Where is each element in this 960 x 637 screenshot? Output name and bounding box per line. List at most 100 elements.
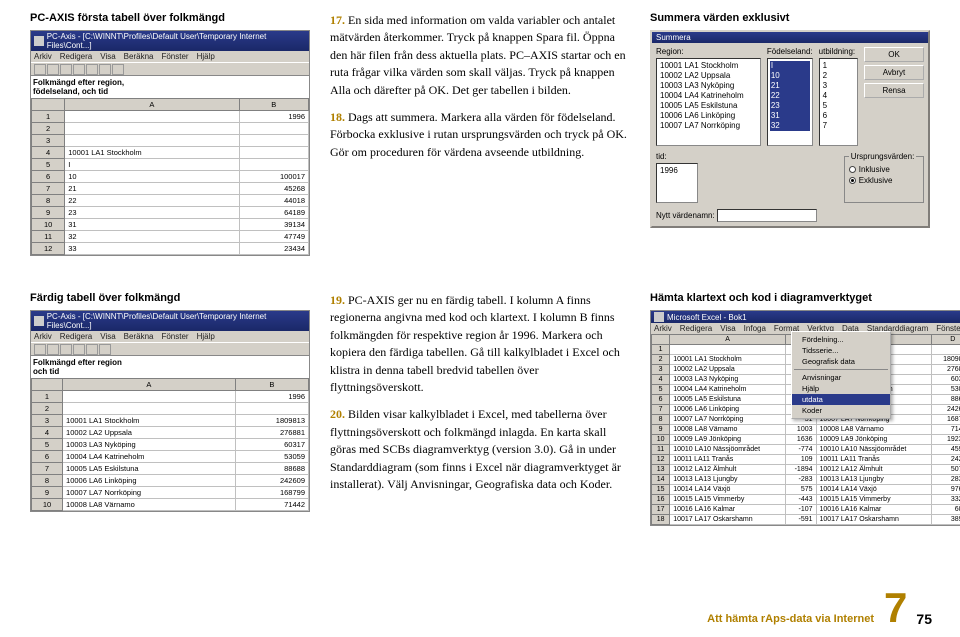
pcaxis1-title-text: PC-Axis - [C:\WINNT\Profiles\Default Use… bbox=[47, 32, 306, 50]
list-item[interactable]: 10003 LA3 Nyköping bbox=[659, 81, 758, 91]
menu-redigera[interactable]: Redigera bbox=[680, 324, 712, 333]
list-item[interactable]: 23 bbox=[770, 101, 810, 111]
page-number: 75 bbox=[916, 611, 932, 627]
label-tid: tid: bbox=[656, 152, 698, 161]
menu-berakna[interactable]: Beräkna bbox=[124, 52, 154, 61]
list-item[interactable]: 10004 LA4 Katrineholm bbox=[659, 91, 758, 101]
list-item[interactable]: 10007 LA7 Norrköping bbox=[659, 121, 758, 131]
heading-pcaxis1: PC-AXIS första tabell över folkmängd bbox=[30, 12, 310, 24]
listbox-fodelseland[interactable]: I 10 21 22 23 31 32 bbox=[767, 58, 813, 146]
menu-visa[interactable]: Visa bbox=[100, 52, 115, 61]
list-item[interactable]: 22 bbox=[770, 91, 810, 101]
toolbar-button[interactable] bbox=[73, 64, 85, 75]
list-item[interactable]: 6 bbox=[822, 111, 855, 121]
list-item[interactable]: 21 bbox=[770, 81, 810, 91]
menu-fonster[interactable]: Fönster bbox=[161, 332, 188, 341]
menu-item[interactable]: Koder bbox=[792, 405, 890, 416]
list-item[interactable]: 5 bbox=[822, 101, 855, 111]
list-item[interactable]: 10006 LA6 Linköping bbox=[659, 111, 758, 121]
list-item[interactable]: 7 bbox=[822, 121, 855, 131]
app-icon bbox=[34, 36, 44, 46]
step-18-num: 18. bbox=[330, 110, 345, 124]
toolbar-button[interactable] bbox=[86, 344, 98, 355]
label-fodelseland: Födelseland: bbox=[767, 47, 813, 56]
toolbar-button[interactable] bbox=[99, 64, 111, 75]
menu-visa[interactable]: Visa bbox=[720, 324, 735, 333]
menu-item[interactable]: Anvisningar bbox=[792, 372, 890, 383]
menu-arkiv[interactable]: Arkiv bbox=[654, 324, 672, 333]
heading-excel: Hämta klartext och kod i diagramverktyge… bbox=[650, 292, 960, 304]
toolbar-button[interactable] bbox=[73, 344, 85, 355]
pcaxis2-desc: Folkmängd efter regionoch tid bbox=[31, 356, 309, 378]
step-20-text: 20. Bilden visar kalkylbladet i Excel, m… bbox=[330, 406, 630, 493]
newname-input[interactable] bbox=[717, 209, 817, 222]
listbox-region[interactable]: 10001 LA1 Stockholm 10002 LA2 Uppsala 10… bbox=[656, 58, 761, 146]
chapter-number: 7 bbox=[884, 584, 907, 631]
list-item[interactable]: 1 bbox=[822, 61, 855, 71]
toolbar-button[interactable] bbox=[47, 64, 59, 75]
pcaxis2-toolbar bbox=[31, 342, 309, 356]
step-17-text: 17. En sida med information om valda var… bbox=[330, 12, 630, 99]
toolbar-button[interactable] bbox=[86, 64, 98, 75]
pcaxis1-menubar[interactable]: Arkiv Redigera Visa Beräkna Fönster Hjälp bbox=[31, 51, 309, 62]
list-item[interactable]: 10005 LA5 Eskilstuna bbox=[659, 101, 758, 111]
menu-infoga[interactable]: Infoga bbox=[744, 324, 766, 333]
step-19-text: 19. PC-AXIS ger nu en färdig tabell. I k… bbox=[330, 292, 630, 396]
pcaxis1-desc: Folkmängd efter region,födelseland, och … bbox=[31, 76, 309, 98]
menu-item[interactable]: Fördelning... bbox=[792, 334, 890, 345]
list-item[interactable]: 2 bbox=[822, 71, 855, 81]
list-item[interactable]: 32 bbox=[770, 121, 810, 131]
pcaxis2-titlebar: PC-Axis - [C:\WINNT\Profiles\Default Use… bbox=[31, 311, 309, 331]
toolbar-button[interactable] bbox=[34, 64, 46, 75]
menu-berakna[interactable]: Beräkna bbox=[124, 332, 154, 341]
list-item[interactable]: 31 bbox=[770, 111, 810, 121]
screenshot-pcaxis2: PC-Axis - [C:\WINNT\Profiles\Default Use… bbox=[30, 310, 310, 512]
list-item[interactable]: 1996 bbox=[659, 166, 695, 176]
pcaxis1-table[interactable]: AB 11996 2 3 410001 LA1 Stockholm 5I 610… bbox=[31, 98, 309, 255]
menu-item[interactable]: Tidsserie... bbox=[792, 345, 890, 356]
menu-hjalp[interactable]: Hjälp bbox=[197, 52, 215, 61]
list-item[interactable]: 10001 LA1 Stockholm bbox=[659, 61, 758, 71]
toolbar-button[interactable] bbox=[47, 344, 59, 355]
list-item[interactable]: 10 bbox=[770, 71, 810, 81]
menu-fonster[interactable]: Fönster bbox=[936, 324, 960, 333]
toolbar-button[interactable] bbox=[60, 64, 72, 75]
heading-summera: Summera värden exklusivt bbox=[650, 12, 930, 24]
rensa-button[interactable]: Rensa bbox=[864, 83, 924, 98]
list-item[interactable]: I bbox=[770, 61, 810, 71]
menu-visa[interactable]: Visa bbox=[100, 332, 115, 341]
menu-redigera[interactable]: Redigera bbox=[60, 52, 92, 61]
menu-item[interactable]: Geografisk data bbox=[792, 356, 890, 367]
ok-button[interactable]: OK bbox=[864, 47, 924, 62]
label-region: Region: bbox=[656, 47, 761, 56]
menu-item[interactable]: Hjälp bbox=[792, 383, 890, 394]
menu-redigera[interactable]: Redigera bbox=[60, 332, 92, 341]
toolbar-button[interactable] bbox=[99, 344, 111, 355]
radio-icon bbox=[849, 177, 856, 184]
listbox-utbildning[interactable]: 1 2 3 4 5 6 7 bbox=[819, 58, 858, 146]
toolbar-button[interactable] bbox=[34, 344, 46, 355]
group-label: Ursprungsvärden: bbox=[849, 152, 917, 161]
menu-hjalp[interactable]: Hjälp bbox=[197, 332, 215, 341]
menu-fonster[interactable]: Fönster bbox=[161, 52, 188, 61]
col-a: A bbox=[65, 99, 239, 111]
heading-pcaxis2: Färdig tabell över folkmängd bbox=[30, 292, 310, 304]
listbox-tid[interactable]: 1996 bbox=[656, 163, 698, 203]
menu-arkiv[interactable]: Arkiv bbox=[34, 52, 52, 61]
dropdown-standarddiagram[interactable]: Fördelning... Tidsserie... Geografisk da… bbox=[791, 331, 891, 419]
radio-exklusive[interactable]: Exklusive bbox=[849, 176, 919, 185]
list-item[interactable]: 10002 LA2 Uppsala bbox=[659, 71, 758, 81]
footer-title: Att hämta rAps-data via Internet bbox=[707, 613, 874, 625]
list-item[interactable]: 4 bbox=[822, 91, 855, 101]
radio-inklusive[interactable]: Inklusive bbox=[849, 165, 919, 174]
toolbar-button[interactable] bbox=[112, 64, 124, 75]
menu-item-highlighted[interactable]: utdata bbox=[792, 394, 890, 405]
pcaxis2-menubar[interactable]: Arkiv Redigera Visa Beräkna Fönster Hjälp bbox=[31, 331, 309, 342]
step-17-num: 17. bbox=[330, 13, 345, 27]
list-item[interactable]: 3 bbox=[822, 81, 855, 91]
menu-arkiv[interactable]: Arkiv bbox=[34, 332, 52, 341]
pcaxis2-table[interactable]: AB 11996 2 310001 LA1 Stockholm1809813 4… bbox=[31, 378, 309, 511]
cancel-button[interactable]: Avbryt bbox=[864, 65, 924, 80]
toolbar-button[interactable] bbox=[60, 344, 72, 355]
step-20-num: 20. bbox=[330, 407, 345, 421]
